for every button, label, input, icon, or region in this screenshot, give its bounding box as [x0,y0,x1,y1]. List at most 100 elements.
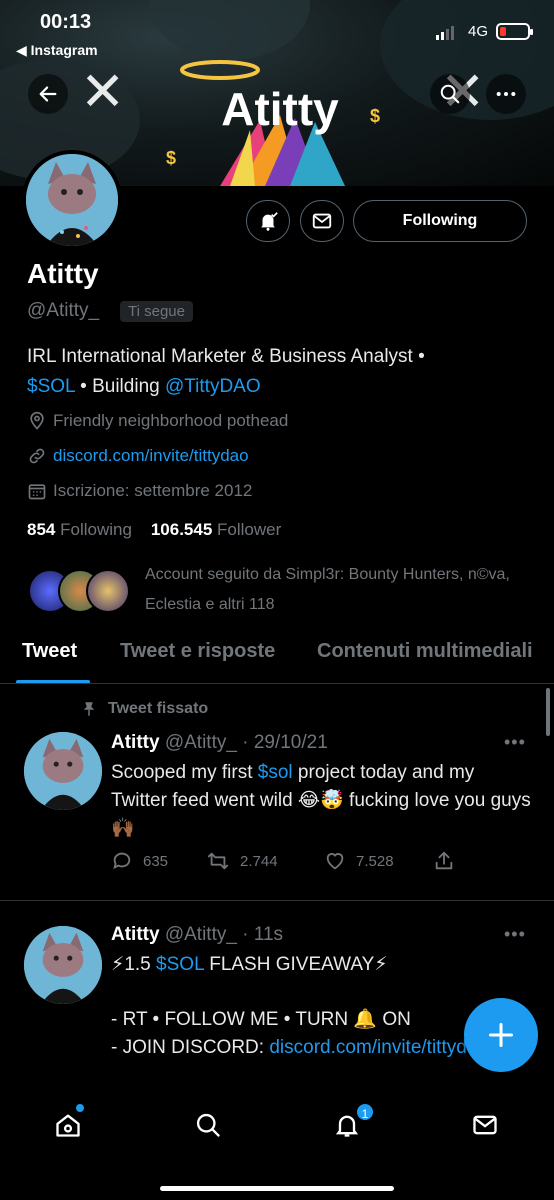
share-icon [435,851,453,870]
follow-counts: 854 Following 106.545 Follower [27,520,281,540]
cat-avatar-image [26,154,118,246]
calendar-icon [28,484,46,500]
tweet-divider [0,900,554,901]
tweet-text-part: - RT • FOLLOW ME • TURN 🔔 ON [111,1009,411,1030]
tweet-text-part: ⚡1.5 [111,954,157,975]
bio-text: IRL International Marketer & Business An… [27,346,425,367]
profile-handle: @Atitty_ [27,300,100,321]
signal-icon [436,26,454,40]
followers-label: Follower [217,520,282,539]
tweet-text: ⚡1.5 $SOL FLASH GIVEAWAY⚡ [111,951,531,979]
reply-icon [113,852,131,870]
reply-count: 635 [143,852,169,870]
pinned-tweet-label: Tweet fissato [80,700,208,718]
tweet-text-part: - JOIN DISCORD: [111,1037,270,1058]
tweet-more-icon[interactable]: ••• [504,732,526,753]
link-icon [29,448,45,464]
back-button[interactable] [28,74,68,114]
share-button[interactable] [433,850,455,872]
tweet-text-part: Scooped my first [111,762,258,783]
following-count-link[interactable]: 854 Following [27,520,132,539]
search-button[interactable] [430,74,470,114]
nav-search[interactable] [188,1105,228,1145]
cat-avatar-image [24,732,102,810]
plus-icon [488,1022,514,1048]
profile-joined: Iscrizione: settembre 2012 [27,481,252,501]
tweet-actions: 635 2.744 7.528 [111,850,461,876]
search-icon [196,1113,220,1137]
home-indicator [160,1186,394,1191]
following-label: Following [60,520,132,539]
tweet-meta: @Atitty_ · 29/10/21 [164,732,328,753]
status-time: 00:13 [40,11,92,33]
network-type: 4G [468,23,489,40]
scrollbar[interactable] [546,688,550,736]
mutual-follower-avatar[interactable] [86,569,130,613]
bio-cashtag-link[interactable]: $SOL [27,376,75,397]
back-arrow-icon [39,86,57,102]
home-icon [56,1114,80,1137]
cat-avatar-image [24,926,102,1004]
tweet-meta: @Atitty_ · 11s [164,924,284,945]
tweet-more-icon[interactable]: ••• [504,924,526,945]
like-button[interactable]: 7.528 [324,850,394,872]
profile-website: discord.com/invite/tittydao [27,446,249,466]
bio-mention-link[interactable]: @TittyDAO [165,376,261,397]
website-link[interactable]: discord.com/invite/tittydao [53,446,249,466]
tweet-cashtag-link[interactable]: $SOL [156,954,204,975]
tweet-cashtag-link[interactable]: $sol [258,762,293,783]
retweet-icon [207,852,229,870]
tab-tweet[interactable]: Tweet [22,640,77,663]
mail-icon [473,1115,497,1135]
profile-avatar[interactable] [22,150,122,250]
tweet-header: Atitty @Atitty_ · 29/10/21 [111,732,328,754]
status-bar: 00:13 ◀ Instagram 4G [0,0,554,70]
retweet-count: 2.744 [240,852,278,870]
tweet-text: Scooped my first $sol project today and … [111,759,531,843]
bio-text: • Building [74,376,165,397]
battery-icon [496,23,533,40]
pin-icon [83,702,95,716]
heart-icon [326,853,344,870]
tweet-avatar[interactable] [24,926,102,1004]
compose-tweet-button[interactable] [464,998,538,1072]
profile-bio: IRL International Marketer & Business An… [27,342,527,402]
tab-contenuti-multimediali[interactable]: Contenuti multimediali [317,640,533,663]
bottom-nav [0,1085,554,1200]
location-text: Friendly neighborhood pothead [53,411,289,430]
tweet-author-name[interactable]: Atitty [111,732,160,753]
following-count: 854 [27,520,56,539]
tab-tweet-e-risposte[interactable]: Tweet e risposte [120,640,275,663]
location-pin-icon [30,411,44,430]
tweet-header: Atitty @Atitty_ · 11s [111,924,283,946]
followers-count-link[interactable]: 106.545 Follower [151,520,281,539]
like-count: 7.528 [356,852,394,870]
pinned-text: Tweet fissato [108,700,209,717]
notifications-badge: 1 [355,1102,375,1122]
tweet-link[interactable]: discord.com/invite/tittydao [269,1037,488,1058]
tweet-author-name[interactable]: Atitty [111,924,160,945]
followers-count: 106.545 [150,520,213,539]
tweet-avatar[interactable] [24,732,102,810]
following-button[interactable]: Following [353,200,527,242]
more-options-button[interactable] [486,74,526,114]
mail-icon [312,213,332,229]
tweet-text-part: FLASH GIVEAWAY⚡ [203,954,388,975]
follows-you-badge: Ti segue [120,301,193,322]
notifications-toggle-button[interactable] [246,200,290,242]
back-to-app-link[interactable]: ◀ Instagram [16,42,98,59]
profile-tabs: Tweet Tweet e risposte Contenuti multime… [0,630,554,684]
banner-art-text: Atitty [221,83,339,135]
active-tab-indicator [16,680,90,683]
nav-messages[interactable] [465,1105,505,1145]
mutual-followers-text[interactable]: Account seguito da Simpl3r: Bounty Hunte… [145,560,535,620]
search-icon [440,84,460,104]
retweet-button[interactable]: 2.744 [206,850,278,872]
profile-location: Friendly neighborhood pothead [27,411,288,431]
dollar-sign-icon: $ [370,106,381,126]
message-button[interactable] [300,200,344,242]
reply-button[interactable]: 635 [111,850,168,872]
banner-artwork: Atitty [180,60,345,186]
dollar-sign-icon: $ [166,148,177,168]
more-icon [496,91,516,97]
